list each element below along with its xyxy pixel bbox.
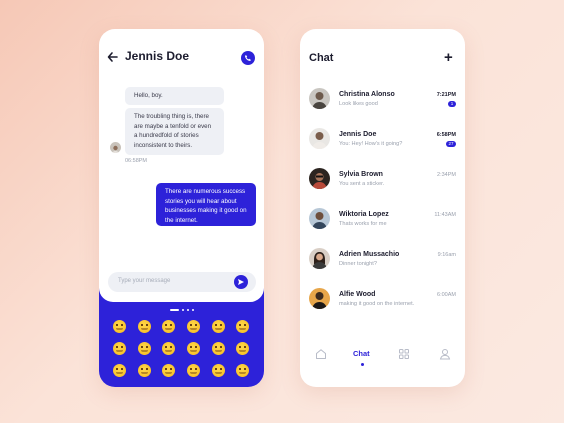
grid-icon[interactable]: [398, 347, 410, 361]
halo-emoji[interactable]: [212, 342, 225, 355]
received-message: The troubling thing is, there are maybe …: [125, 108, 224, 155]
beam-emoji[interactable]: [212, 320, 225, 333]
kiss-emoji[interactable]: [236, 364, 249, 377]
contact-name: Alfie Wood: [339, 291, 376, 298]
sweat-smile-emoji[interactable]: [236, 320, 249, 333]
received-message: Hello, boy.: [125, 87, 224, 105]
page-dot[interactable]: [187, 309, 189, 311]
joy-emoji[interactable]: [113, 342, 126, 355]
sent-message: There are numerous success stories you w…: [156, 183, 256, 226]
timestamp: 2:34PM: [437, 172, 456, 178]
page-dot[interactable]: [182, 309, 184, 311]
smirk-emoji[interactable]: [162, 364, 175, 377]
happy-emoji[interactable]: [162, 320, 175, 333]
chat-list-item[interactable]: Sylvia Brown You sent a sticker. 2:34PM: [300, 166, 465, 206]
active-tab-indicator: [361, 363, 364, 366]
contact-name: Sylvia Brown: [339, 171, 383, 178]
grin-emoji[interactable]: [138, 320, 151, 333]
call-button[interactable]: [241, 51, 255, 65]
bottom-nav: Chat: [300, 347, 465, 367]
slight-smile-emoji[interactable]: [187, 342, 200, 355]
laugh-emoji[interactable]: [187, 320, 200, 333]
last-message: Dinner tonight?: [339, 261, 377, 267]
page-dot-active[interactable]: [170, 309, 179, 311]
timestamp: 11:43AM: [434, 212, 456, 218]
timestamp: 9:16am: [437, 252, 456, 258]
timestamp: 7:21PM: [436, 92, 456, 98]
unread-badge: 1: [448, 101, 456, 107]
avatar: [309, 128, 330, 149]
contact-name: Adrien Mussachio: [339, 251, 400, 258]
star-struck-emoji[interactable]: [212, 364, 225, 377]
last-message: making it good on the internet.: [339, 301, 415, 307]
last-message: Thats works for me: [339, 221, 387, 227]
rofl-emoji[interactable]: [138, 342, 151, 355]
smile-emoji[interactable]: [113, 320, 126, 333]
plus-icon[interactable]: +: [444, 50, 453, 65]
message-input-placeholder: Type your message: [118, 278, 171, 284]
phone-icon: [245, 55, 251, 61]
relieved-emoji[interactable]: [113, 364, 126, 377]
avatar: [309, 88, 330, 109]
conversation-header: Jennis Doe: [99, 29, 264, 89]
avatar: [309, 208, 330, 229]
chat-list-item[interactable]: Jennis Doe You: Hey! How's it going? 6:5…: [300, 126, 465, 166]
chat-list-item[interactable]: Adrien Mussachio Dinner tonight? 9:16am: [300, 246, 465, 286]
chat-list-item[interactable]: Wiktoria Lopez Thats works for me 11:43A…: [300, 206, 465, 246]
nav-chat-tab[interactable]: Chat: [353, 349, 375, 363]
avatar: [110, 142, 121, 153]
contact-name: Jennis Doe: [125, 49, 190, 63]
contact-name: Wiktoria Lopez: [339, 211, 389, 218]
send-button[interactable]: [234, 275, 248, 289]
contact-name: Jennis Doe: [339, 131, 377, 138]
upside-down-emoji[interactable]: [236, 342, 249, 355]
last-message: You sent a sticker.: [339, 181, 385, 187]
avatar: [309, 168, 330, 189]
back-arrow-icon[interactable]: [107, 50, 119, 66]
avatar: [309, 288, 330, 309]
chat-list-item[interactable]: Christina Alonso Look likes good 7:21PM …: [300, 86, 465, 126]
avatar: [309, 248, 330, 269]
blush-emoji[interactable]: [162, 342, 175, 355]
last-message: Look likes good: [339, 101, 378, 107]
timestamp: 6:58PM: [436, 132, 456, 138]
unread-badge: 27: [446, 141, 456, 147]
timestamp: 6:00AM: [437, 292, 456, 298]
page-title: Chat: [309, 52, 334, 64]
chat-list-item[interactable]: Alfie Wood making it good on the interne…: [300, 286, 465, 326]
page-dot[interactable]: [192, 309, 194, 311]
home-icon[interactable]: [315, 347, 327, 361]
heart-eyes-emoji[interactable]: [187, 364, 200, 377]
profile-icon[interactable]: [439, 347, 451, 361]
chat-list-screen: Chat + Christina Alonso Look likes good …: [300, 29, 465, 387]
wink-emoji[interactable]: [138, 364, 151, 377]
last-message: You: Hey! How's it going?: [339, 141, 403, 147]
conversation-screen: Jennis Doe Hello, boy. The troubling thi…: [99, 29, 264, 387]
message-timestamp: 06:58PM: [125, 158, 148, 164]
contact-name: Christina Alonso: [339, 91, 395, 98]
send-icon: [238, 279, 244, 285]
